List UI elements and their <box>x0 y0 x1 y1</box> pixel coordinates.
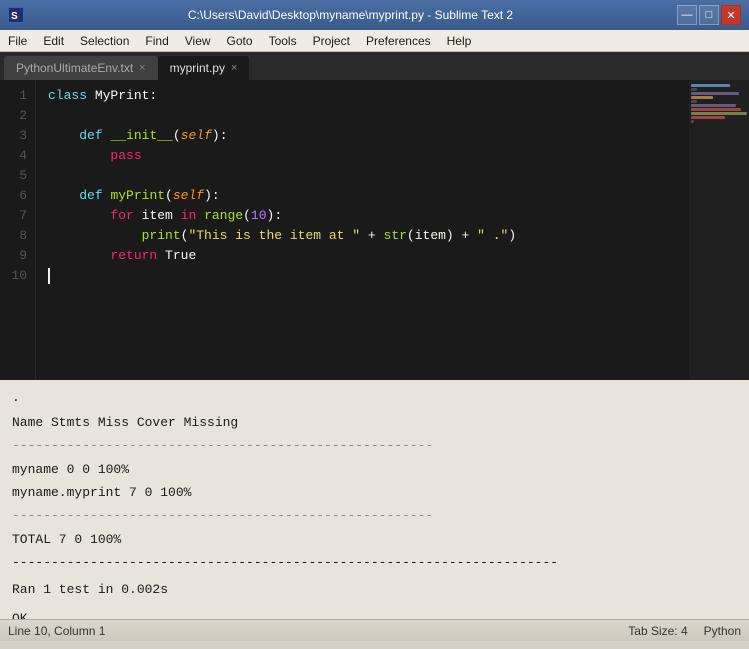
menu-goto[interactable]: Goto <box>219 30 261 51</box>
menu-selection[interactable]: Selection <box>72 30 137 51</box>
coverage-header: Name Stmts Miss Cover Missing <box>12 411 737 434</box>
editor[interactable]: 1 2 3 4 5 6 7 8 9 10 class MyPrint: def … <box>0 80 749 380</box>
menu-file[interactable]: File <box>0 30 35 51</box>
tab-pythonultimateenv[interactable]: PythonUltimateEnv.txt × <box>4 56 158 80</box>
menu-tools[interactable]: Tools <box>261 30 305 51</box>
coverage-divider3: ----------------------------------------… <box>12 553 737 574</box>
tab-bar: PythonUltimateEnv.txt × myprint.py × <box>0 52 749 80</box>
code-line-6: def myPrint(self): <box>48 186 737 206</box>
maximize-button[interactable]: □ <box>699 5 719 25</box>
code-line-9: return True <box>48 246 737 266</box>
menu-preferences[interactable]: Preferences <box>358 30 439 51</box>
minimap <box>689 80 749 380</box>
code-line-5 <box>48 166 737 186</box>
code-line-8: print("This is the item at " + str(item)… <box>48 226 737 246</box>
language: Python <box>704 624 741 638</box>
coverage-divider2: ----------------------------------------… <box>12 504 737 527</box>
menu-find[interactable]: Find <box>137 30 176 51</box>
tab-size: Tab Size: 4 <box>628 624 687 638</box>
menu-edit[interactable]: Edit <box>35 30 72 51</box>
status-bar: Line 10, Column 1 Tab Size: 4 Python <box>0 619 749 641</box>
test-ok: OK <box>12 609 737 619</box>
menu-view[interactable]: View <box>177 30 219 51</box>
coverage-table: Name Stmts Miss Cover Missing ----------… <box>12 411 737 551</box>
code-line-2 <box>48 106 737 126</box>
window-controls: — □ ✕ <box>677 5 741 25</box>
code-line-10 <box>48 266 737 286</box>
svg-text:S: S <box>11 11 18 22</box>
coverage-row1: myname 0 0 100% <box>12 458 737 481</box>
menu-help[interactable]: Help <box>439 30 480 51</box>
tab-label-pythonultimateenv: PythonUltimateEnv.txt <box>16 61 133 75</box>
tab-close-pythonultimateenv[interactable]: × <box>139 63 145 74</box>
close-button[interactable]: ✕ <box>721 5 741 25</box>
console-dot: . <box>12 388 737 409</box>
app-icon: S <box>8 7 24 23</box>
window-title: C:\Users\David\Desktop\myname\myprint.py… <box>24 8 677 22</box>
console-output: . Name Stmts Miss Cover Missing --------… <box>0 380 749 619</box>
tab-myprint[interactable]: myprint.py × <box>158 56 250 80</box>
code-area[interactable]: class MyPrint: def __init__(self): pass … <box>36 80 749 380</box>
coverage-row2: myname.myprint 7 0 100% <box>12 481 737 504</box>
coverage-total: TOTAL 7 0 100% <box>12 528 737 551</box>
code-line-4: pass <box>48 146 737 166</box>
tab-label-myprint: myprint.py <box>170 61 225 75</box>
console-wrapper: . Name Stmts Miss Cover Missing --------… <box>0 380 749 619</box>
code-line-7: for item in range(10): <box>48 206 737 226</box>
line-numbers: 1 2 3 4 5 6 7 8 9 10 <box>0 80 36 380</box>
code-line-3: def __init__(self): <box>48 126 737 146</box>
tab-close-myprint[interactable]: × <box>231 63 237 74</box>
cursor-position: Line 10, Column 1 <box>8 624 105 638</box>
test-result: Ran 1 test in 0.002s <box>12 580 737 601</box>
minimize-button[interactable]: — <box>677 5 697 25</box>
title-bar: S C:\Users\David\Desktop\myname\myprint.… <box>0 0 749 30</box>
coverage-divider1: ----------------------------------------… <box>12 434 737 457</box>
code-line-1: class MyPrint: <box>48 86 737 106</box>
menu-project[interactable]: Project <box>305 30 358 51</box>
menu-bar: File Edit Selection Find View Goto Tools… <box>0 30 749 52</box>
